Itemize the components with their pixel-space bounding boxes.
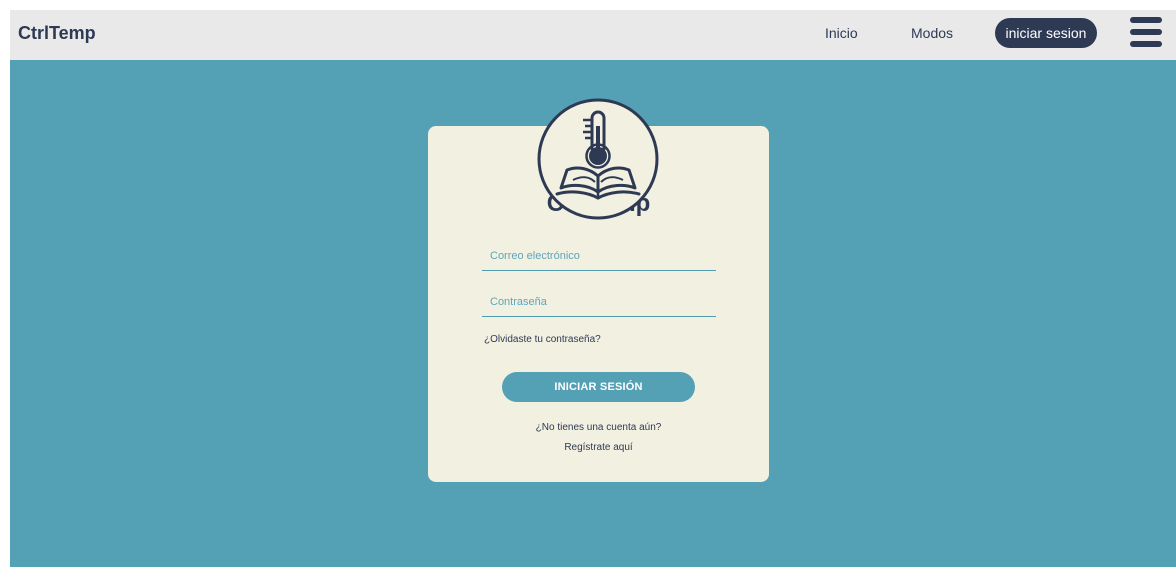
menu-bar	[1130, 29, 1162, 35]
brand-logo-text[interactable]: CtrlTemp	[18, 23, 96, 44]
menu-bar	[1130, 41, 1162, 47]
nav-login-button[interactable]: iniciar sesion	[995, 18, 1097, 48]
nav-link-modos[interactable]: Modos	[911, 25, 953, 41]
forgot-password-link[interactable]: ¿Olvidaste tu contraseña?	[484, 334, 601, 345]
nav-link-inicio[interactable]: Inicio	[825, 25, 858, 41]
menu-bar	[1130, 17, 1162, 23]
top-navbar: CtrlTemp Inicio Modos iniciar sesion	[10, 10, 1176, 60]
email-field[interactable]	[482, 241, 716, 271]
no-account-text: ¿No tienes una cuenta aún?	[535, 422, 662, 433]
login-submit-button[interactable]: INICIAR SESIÓN	[502, 372, 695, 402]
thermometer-book-icon	[537, 98, 659, 220]
password-field[interactable]	[482, 287, 716, 317]
register-link[interactable]: Regístrate aquí	[428, 442, 769, 453]
app-window: CtrlTemp Inicio Modos iniciar sesion Ctr…	[10, 10, 1176, 567]
hamburger-menu-icon[interactable]	[1130, 16, 1162, 48]
